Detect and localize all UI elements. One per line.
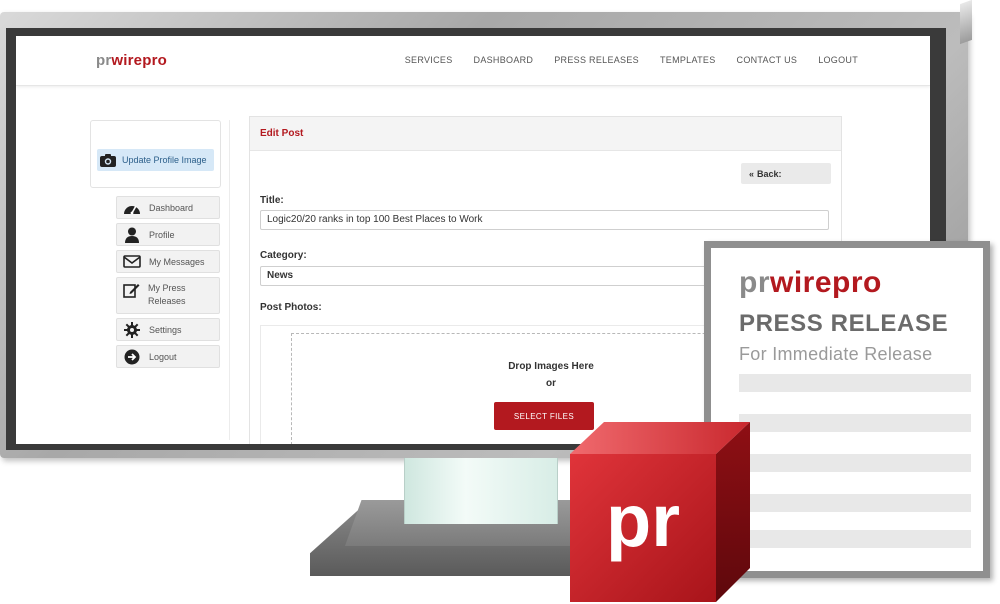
prwirepro-cube-logo: pr (570, 422, 750, 602)
user-icon (123, 227, 141, 243)
sidebar-item-label: Logout (149, 351, 177, 362)
site-navbar: prwirepro SERVICES DASHBOARD PRESS RELEA… (16, 36, 930, 86)
nav-dashboard[interactable]: DASHBOARD (474, 55, 534, 65)
title-input[interactable]: Logic20/20 ranks in top 100 Best Places … (260, 210, 829, 230)
post-photos-label: Post Photos: (260, 302, 322, 313)
document-logo-suffix: wirepro (770, 266, 882, 299)
sidebar-item-label: My Press Releases (148, 283, 186, 306)
edit-post-heading: Edit Post (250, 117, 841, 151)
back-button[interactable]: « Back: (741, 163, 831, 184)
document-logo-prefix: pr (739, 266, 770, 299)
document-text-line (739, 414, 971, 432)
nav-services[interactable]: SERVICES (405, 55, 453, 65)
site-logo-prefix: pr (96, 52, 112, 69)
update-profile-image-label: Update Profile Image (122, 155, 207, 165)
site-logo-suffix: wirepro (111, 52, 167, 69)
document-logo: prwirepro (739, 266, 882, 300)
sidebar-item-dashboard[interactable]: Dashboard (116, 196, 220, 219)
document-subtitle: For Immediate Release (739, 344, 933, 364)
category-label: Category: (260, 250, 307, 261)
document-title: PRESS RELEASE (739, 310, 949, 337)
nav-links: SERVICES DASHBOARD PRESS RELEASES TEMPLA… (405, 55, 858, 65)
document-text-line (739, 530, 971, 548)
sidebar-item-label: Profile (149, 229, 175, 240)
sidebar-item-settings[interactable]: Settings (116, 318, 220, 341)
back-button-label: Back: (757, 168, 782, 179)
sidebar-divider (229, 120, 230, 440)
nav-press-releases[interactable]: PRESS RELEASES (554, 55, 639, 65)
document-text-line (739, 454, 971, 472)
sidebar-item-press-releases[interactable]: My Press Releases (116, 277, 220, 314)
update-profile-image-button[interactable]: Update Profile Image (97, 149, 214, 171)
edit-icon (123, 282, 140, 298)
title-label: Title: (260, 195, 284, 206)
sidebar-item-label: My Messages (149, 256, 205, 267)
profile-image-box: Update Profile Image (90, 120, 221, 188)
sidebar-menu: Dashboard Profile My Messages My Press R… (116, 196, 220, 372)
nav-contact-us[interactable]: CONTACT US (737, 55, 798, 65)
site-logo[interactable]: prwirepro (96, 52, 167, 69)
sidebar-item-logout[interactable]: Logout (116, 345, 220, 368)
monitor-highlight (960, 0, 972, 45)
gear-icon (123, 321, 141, 338)
double-chevron-left-icon: « (749, 168, 755, 179)
nav-templates[interactable]: TEMPLATES (660, 55, 716, 65)
document-text-line (739, 494, 971, 512)
cube-logo-text: pr (606, 479, 680, 562)
document-text-line (739, 374, 971, 392)
envelope-icon (123, 254, 141, 270)
dashboard-icon (123, 200, 141, 216)
sidebar-item-label: Settings (149, 324, 182, 335)
sidebar-item-messages[interactable]: My Messages (116, 250, 220, 273)
sidebar-item-profile[interactable]: Profile (116, 223, 220, 246)
logout-icon (123, 349, 141, 365)
camera-icon (100, 153, 116, 167)
nav-logout[interactable]: LOGOUT (818, 55, 858, 65)
monitor-stand-neck (404, 458, 558, 524)
sidebar-item-label: Dashboard (149, 202, 194, 213)
